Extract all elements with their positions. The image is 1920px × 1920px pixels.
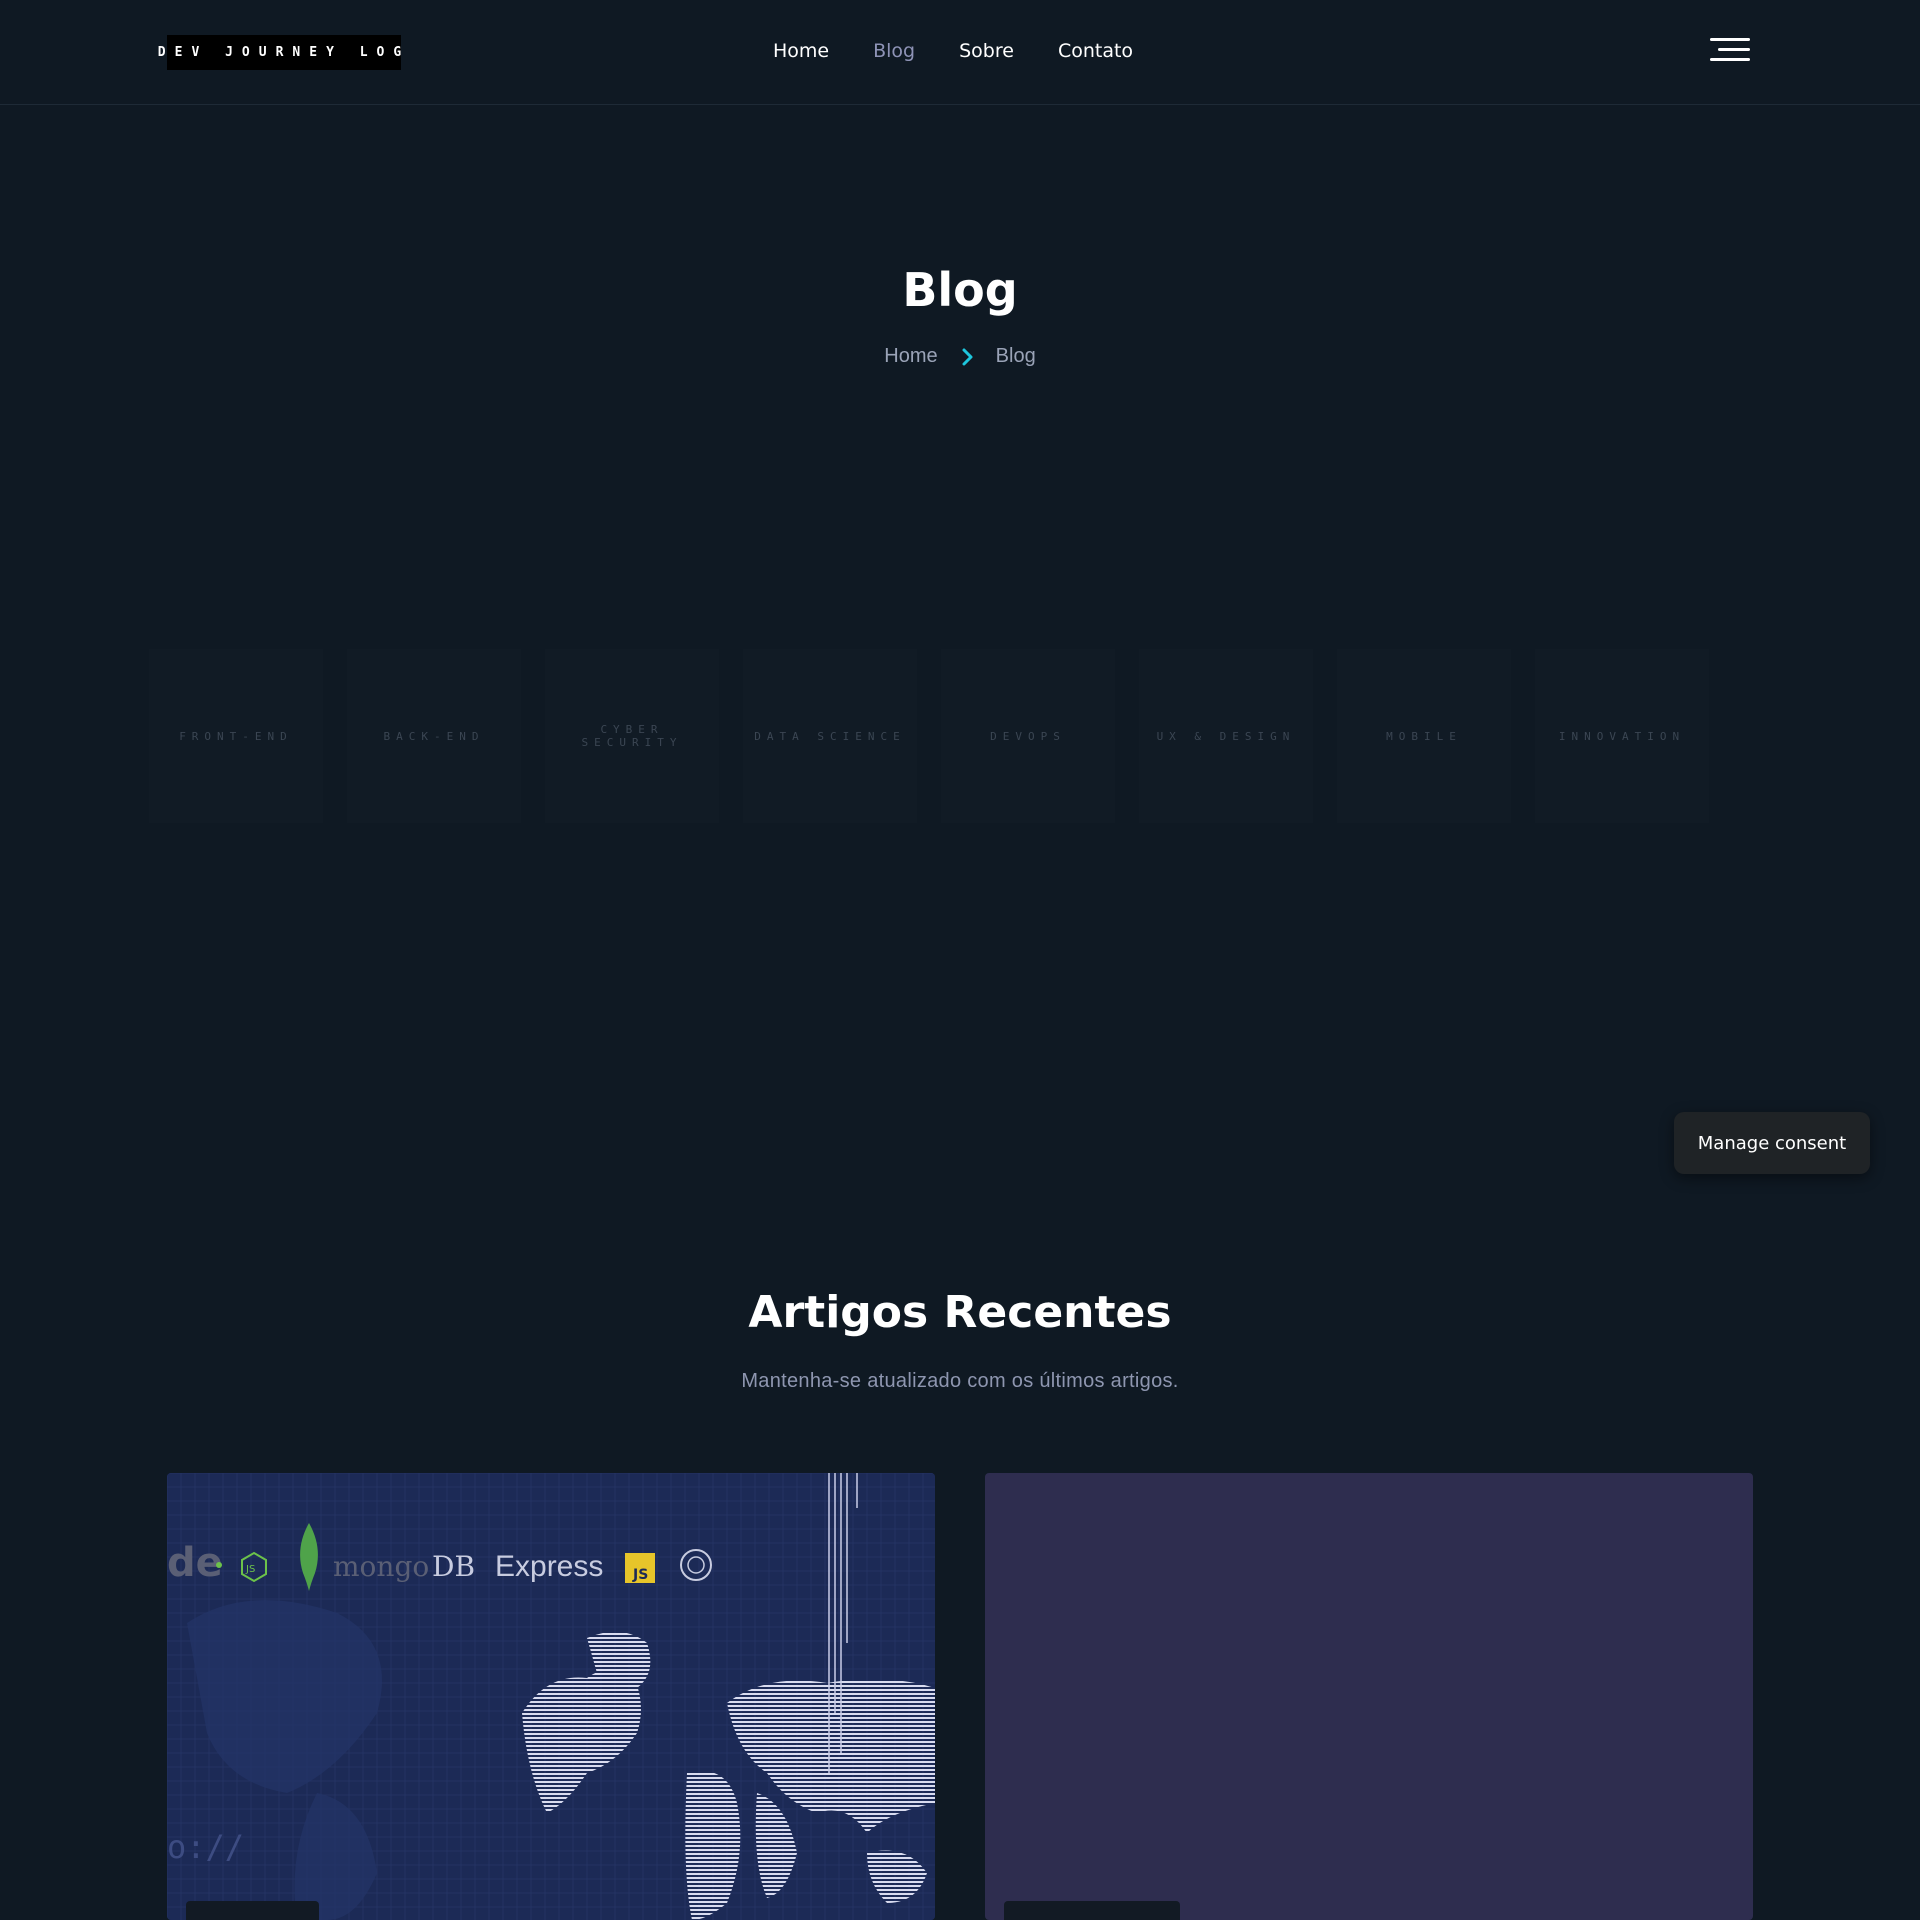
svg-text:o://: o://	[167, 1828, 244, 1866]
category-tile-mobile[interactable]: MOBILE	[1337, 649, 1511, 823]
category-tile-data-science[interactable]: DATA SCIENCE	[743, 649, 917, 823]
logo-text: DEV JOURNEY LOG	[157, 45, 411, 60]
category-tile-cyber-security[interactable]: CYBER SECURITY	[545, 649, 719, 823]
category-tile-front-end[interactable]: FRONT-END	[149, 649, 323, 823]
article-category-badge	[186, 1901, 319, 1920]
manage-consent-label: Manage consent	[1697, 1132, 1847, 1154]
article-card[interactable]: de JS mongo DB Express JS o://	[167, 1473, 935, 1920]
article-category-badge	[1004, 1901, 1180, 1920]
svg-text:Express: Express	[495, 1550, 603, 1583]
svg-text:de: de	[167, 1540, 223, 1586]
category-tile-innovation[interactable]: INNOVATION	[1535, 649, 1709, 823]
nav-home-link[interactable]: Home	[773, 38, 829, 64]
svg-text:DB: DB	[432, 1550, 475, 1583]
category-tile-back-end[interactable]: BACK-END	[347, 649, 521, 823]
article-image-mern-world-map: de JS mongo DB Express JS o://	[167, 1473, 935, 1920]
breadcrumb: Home Blog	[0, 345, 1920, 368]
breadcrumb-current: Blog	[995, 345, 1036, 367]
category-tile-devops[interactable]: DEVOPS	[941, 649, 1115, 823]
recent-articles-title: Artigos Recentes	[748, 1287, 1172, 1338]
nav-contato-link[interactable]: Contato	[1058, 38, 1133, 64]
recent-articles-subtitle: Mantenha-se atualizado com os últimos ar…	[741, 1370, 1179, 1392]
nav-sobre-link[interactable]: Sobre	[959, 38, 1014, 64]
site-header: DEV JOURNEY LOG Home Blog Sobre Contato	[0, 0, 1920, 105]
article-card[interactable]	[985, 1473, 1753, 1920]
svg-text:JS: JS	[245, 1564, 255, 1575]
category-tiles: FRONT-END BACK-END CYBER SECURITY DATA S…	[149, 649, 1733, 823]
category-tile-ux-design[interactable]: UX & DESIGN	[1139, 649, 1313, 823]
chevron-right-icon	[962, 348, 973, 365]
manage-consent-button[interactable]: Manage consent	[1674, 1112, 1870, 1174]
svg-text:JS: JS	[632, 1567, 648, 1583]
main-nav: Home Blog Sobre Contato	[773, 38, 1177, 64]
hamburger-menu-icon[interactable]	[1710, 38, 1750, 62]
nav-blog-link[interactable]: Blog	[873, 38, 915, 64]
site-logo[interactable]: DEV JOURNEY LOG	[158, 35, 401, 70]
page-title: Blog	[902, 263, 1018, 317]
svg-text:mongo: mongo	[333, 1550, 429, 1583]
breadcrumb-home-link[interactable]: Home	[884, 345, 937, 368]
